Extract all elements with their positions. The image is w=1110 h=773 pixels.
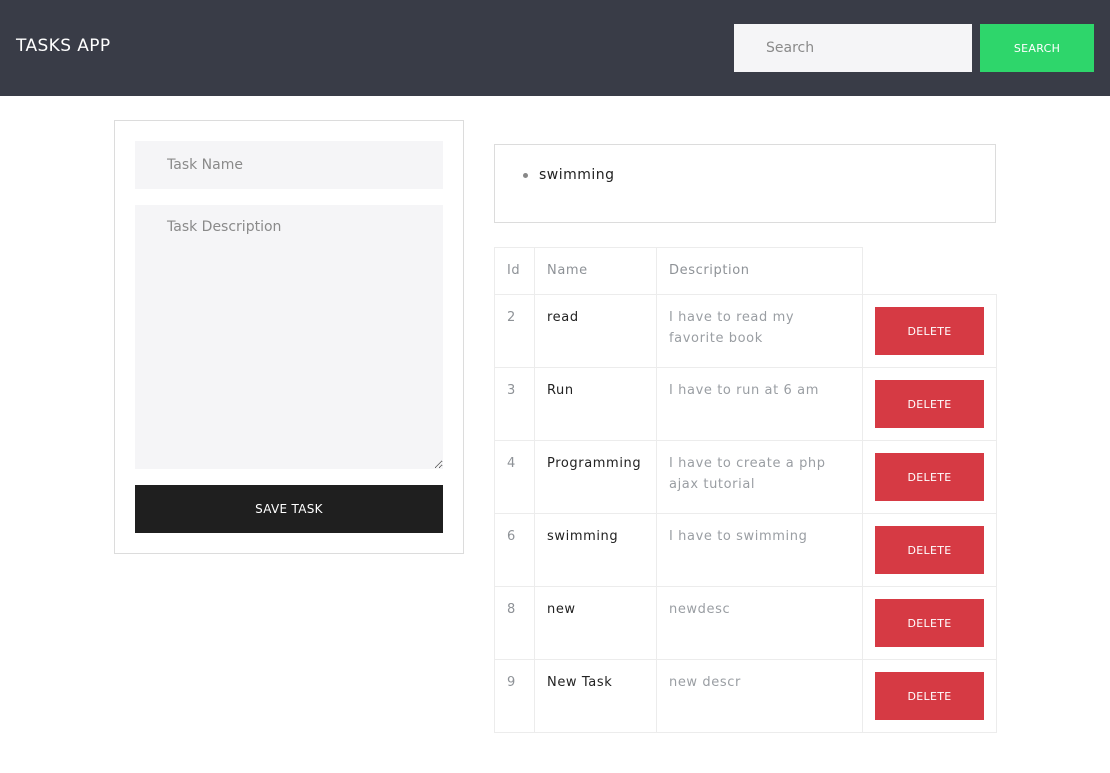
- search-results-card: swimming: [494, 144, 996, 223]
- table-row: 6 swimming I have to swimming DELETE: [494, 513, 997, 587]
- task-name: swimming: [534, 513, 657, 587]
- task-form: SAVE TASK: [114, 120, 464, 554]
- task-id: 9: [494, 659, 535, 733]
- task-description: I have to run at 6 am: [656, 367, 863, 441]
- task-description: I have to read my favorite book: [656, 294, 863, 368]
- search-result-text: swimming: [539, 167, 615, 183]
- column-header-description: Description: [656, 247, 863, 295]
- delete-button[interactable]: DELETE: [875, 526, 984, 574]
- table-row: 9 New Task new descr DELETE: [494, 659, 997, 733]
- app-title: TASKS APP: [16, 36, 111, 56]
- task-id: 4: [494, 440, 535, 514]
- task-name: Run: [534, 367, 657, 441]
- task-name-input[interactable]: [135, 141, 443, 189]
- search-results-list: swimming: [523, 167, 615, 183]
- task-name: new: [534, 586, 657, 660]
- task-id: 3: [494, 367, 535, 441]
- bullet-icon: [523, 173, 528, 178]
- save-task-button[interactable]: SAVE TASK: [135, 485, 443, 533]
- delete-button[interactable]: DELETE: [875, 599, 984, 647]
- task-name: read: [534, 294, 657, 368]
- navbar: TASKS APP SEARCH: [0, 0, 1110, 96]
- task-name: Programming: [534, 440, 657, 514]
- task-actions: DELETE: [862, 586, 997, 660]
- task-id: 6: [494, 513, 535, 587]
- table-row: 4 Programming I have to create a php aja…: [494, 440, 997, 514]
- task-actions: DELETE: [862, 513, 997, 587]
- task-description: newdesc: [656, 586, 863, 660]
- table-row: 2 read I have to read my favorite book D…: [494, 294, 997, 368]
- delete-button[interactable]: DELETE: [875, 380, 984, 428]
- delete-button[interactable]: DELETE: [875, 307, 984, 355]
- search-button[interactable]: SEARCH: [980, 24, 1094, 72]
- tasks-table: Id Name Description 2 read I have to rea…: [494, 247, 997, 733]
- task-actions: DELETE: [862, 367, 997, 441]
- column-header-id: Id: [494, 247, 535, 295]
- column-header-name: Name: [534, 247, 657, 295]
- task-description: I have to swimming: [656, 513, 863, 587]
- delete-button[interactable]: DELETE: [875, 672, 984, 720]
- tasks-table-container: Id Name Description 2 read I have to rea…: [494, 247, 997, 733]
- table-row: 3 Run I have to run at 6 am DELETE: [494, 367, 997, 441]
- delete-button[interactable]: DELETE: [875, 453, 984, 501]
- table-header-row: Id Name Description: [494, 247, 997, 295]
- task-id: 2: [494, 294, 535, 368]
- column-header-actions: [863, 248, 997, 295]
- task-id: 8: [494, 586, 535, 660]
- task-description: I have to create a php ajax tutorial: [656, 440, 863, 514]
- task-actions: DELETE: [862, 659, 997, 733]
- search-input[interactable]: [734, 24, 972, 72]
- task-actions: DELETE: [862, 440, 997, 514]
- task-description: new descr: [656, 659, 863, 733]
- table-row: 8 new newdesc DELETE: [494, 586, 997, 660]
- search-result-item: swimming: [523, 167, 615, 183]
- task-description-textarea[interactable]: [135, 205, 443, 469]
- task-name: New Task: [534, 659, 657, 733]
- task-actions: DELETE: [862, 294, 997, 368]
